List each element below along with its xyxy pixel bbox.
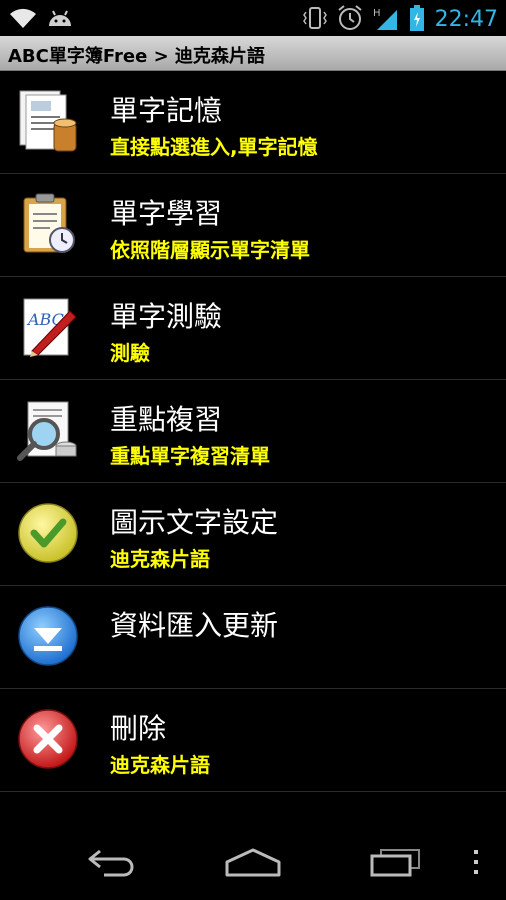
menu-item-subtitle: 直接點選進入,單字記憶 [110,135,318,159]
menu-item-title: 重點複習 [110,403,223,436]
back-button[interactable] [82,842,142,886]
battery-icon [409,4,425,36]
menu-item-subtitle: 依照階層顯示單字清單 [110,238,310,262]
magnifier-document-icon [14,396,82,464]
recent-apps-icon [369,847,423,881]
menu-item-title: 圖示文字設定 [110,506,279,539]
recent-apps-button[interactable] [366,842,426,886]
menu-item-subtitle: 迪克森片語 [110,547,210,571]
wifi-icon [8,6,38,34]
vibrate-icon [302,4,327,36]
menu-item-title: 單字記憶 [110,94,223,127]
menu-item-icon-text-settings[interactable]: 圖示文字設定 迪克森片語 [0,483,506,586]
download-arrow-icon [14,602,82,670]
navigation-bar [0,828,506,900]
signal-icon: H [373,4,399,36]
check-icon [14,499,82,567]
menu-item-title: 資料匯入更新 [110,609,279,642]
menu-item-subtitle: 測驗 [110,341,150,365]
status-bar: H 22:47 [0,0,506,36]
home-button[interactable] [223,842,283,886]
menu-item-title: 刪除 [110,712,167,745]
breadcrumb: ABC單字簿Free > 迪克森片語 [8,46,265,67]
menu-item-word-memory[interactable]: 單字記憶 直接點選進入,單字記憶 [0,71,506,174]
menu-list: 單字記憶 直接點選進入,單字記憶 單字學習 依照階層顯示單字清單 ABC 單字測… [0,71,506,792]
menu-item-word-quiz[interactable]: ABC 單字測驗 測驗 [0,277,506,380]
overflow-menu-icon [472,849,480,879]
menu-item-title: 單字學習 [110,197,223,230]
alarm-icon [337,4,363,36]
menu-item-delete[interactable]: 刪除 迪克森片語 [0,689,506,792]
svg-text:H: H [373,8,381,19]
clock: 22:47 [434,7,498,32]
clipboard-clock-icon [14,190,82,258]
menu-item-key-review[interactable]: 重點複習 重點單字複習清單 [0,380,506,483]
home-icon [224,847,282,881]
menu-item-title: 單字測驗 [110,300,223,333]
menu-item-word-study[interactable]: 單字學習 依照階層顯示單字清單 [0,174,506,277]
title-bar: ABC單字簿Free > 迪克森片語 [0,36,506,71]
menu-item-data-import-update[interactable]: 資料匯入更新 [0,586,506,689]
android-icon [46,6,74,34]
abc-pen-icon: ABC [14,293,82,361]
document-database-icon [14,87,82,155]
back-icon [86,847,138,881]
menu-item-subtitle: 迪克森片語 [110,753,210,777]
overflow-menu-button[interactable] [456,842,496,886]
menu-item-subtitle: 重點單字複習清單 [110,444,270,468]
delete-icon [14,705,82,773]
